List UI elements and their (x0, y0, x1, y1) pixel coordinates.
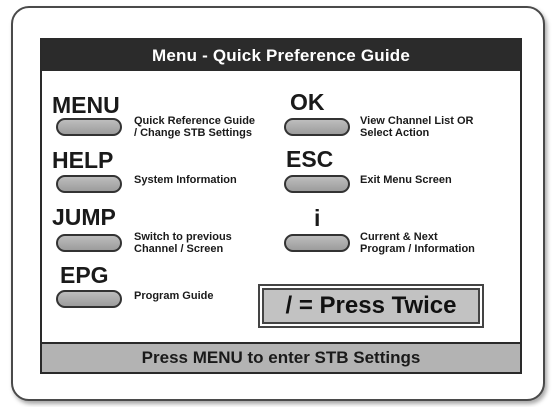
esc-key-description: Exit Menu Screen (360, 174, 452, 186)
ok-button[interactable] (284, 118, 350, 136)
menu-key-description: Quick Reference Guide / Change STB Setti… (134, 115, 256, 139)
jump-key-label: JUMP (52, 204, 116, 230)
ok-key-description: View Channel List OR Select Action (360, 115, 474, 139)
menu-key-label: MENU (52, 92, 120, 118)
press-twice-text: / = Press Twice (262, 288, 480, 324)
panel-title: Menu - Quick Preference Guide (42, 40, 520, 71)
jump-button[interactable] (56, 234, 122, 252)
menu-button[interactable] (56, 118, 122, 136)
info-button[interactable] (284, 234, 350, 252)
quick-preference-guide-panel: Menu - Quick Preference Guide MENU Quick… (40, 38, 522, 374)
press-twice-note: / = Press Twice (258, 284, 484, 328)
help-key-label: HELP (52, 147, 114, 173)
ok-key-label: OK (290, 89, 325, 115)
panel-footer: Press MENU to enter STB Settings (42, 342, 520, 372)
help-button[interactable] (56, 175, 122, 193)
epg-button[interactable] (56, 290, 122, 308)
epg-key-description: Program Guide (134, 290, 214, 302)
esc-key-label: ESC (286, 146, 334, 172)
jump-key-description: Switch to previous Channel / Screen (134, 231, 232, 255)
esc-button[interactable] (284, 175, 350, 193)
info-key-label: i (314, 205, 321, 231)
epg-key-label: EPG (60, 262, 109, 288)
help-key-description: System Information (134, 174, 237, 186)
info-key-description: Current & Next Program / Information (360, 231, 475, 255)
